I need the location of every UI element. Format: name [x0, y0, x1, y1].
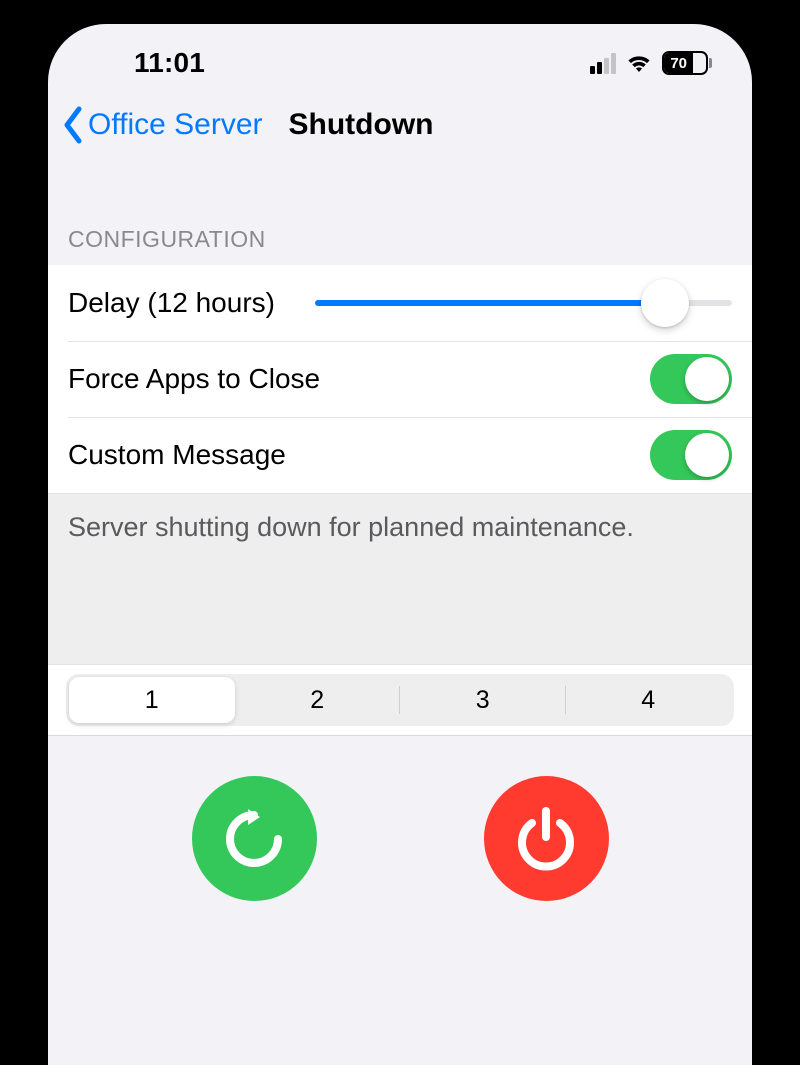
- segmented-control-wrap: 1 2 3 4: [48, 665, 752, 736]
- segmented-control: 1 2 3 4: [66, 674, 734, 726]
- custom-message-row: Custom Message: [48, 417, 752, 493]
- shutdown-button[interactable]: [484, 776, 609, 901]
- delay-row: Delay (12 hours): [48, 265, 752, 341]
- configuration-list: Delay (12 hours) Force Apps to Close Cus…: [48, 265, 752, 736]
- segment-2[interactable]: 2: [235, 677, 401, 723]
- battery-percent: 70: [670, 55, 687, 72]
- force-close-row: Force Apps to Close: [48, 341, 752, 417]
- status-bar: 11:01 70: [48, 24, 752, 80]
- delay-slider[interactable]: [315, 300, 732, 306]
- segment-3[interactable]: 3: [400, 677, 566, 723]
- restart-icon: [218, 803, 290, 875]
- force-close-label: Force Apps to Close: [68, 363, 320, 395]
- custom-message-text: Server shutting down for planned mainten…: [68, 512, 732, 543]
- battery-icon: 70: [662, 51, 712, 75]
- status-time: 11:01: [76, 47, 205, 79]
- back-label: Office Server: [88, 108, 263, 142]
- custom-message-label: Custom Message: [68, 439, 286, 471]
- wifi-icon: [624, 52, 654, 74]
- force-close-toggle[interactable]: [650, 354, 732, 404]
- custom-message-field[interactable]: Server shutting down for planned mainten…: [48, 493, 752, 665]
- power-icon: [510, 803, 582, 875]
- restart-button[interactable]: [192, 776, 317, 901]
- switch-knob-icon: [685, 357, 729, 401]
- nav-bar: Office Server Shutdown: [48, 80, 752, 170]
- device-screen: 11:01 70: [48, 24, 752, 1065]
- segment-1[interactable]: 1: [69, 677, 235, 723]
- status-indicators: 70: [590, 51, 724, 75]
- section-header-configuration: CONFIGURATION: [48, 170, 752, 265]
- slider-thumb-icon: [641, 279, 689, 327]
- back-button[interactable]: Office Server: [62, 106, 263, 144]
- cellular-icon: [590, 53, 616, 74]
- custom-message-toggle[interactable]: [650, 430, 732, 480]
- action-buttons: [48, 736, 752, 901]
- delay-label: Delay (12 hours): [68, 287, 275, 319]
- segment-4[interactable]: 4: [566, 677, 732, 723]
- chevron-left-icon: [62, 106, 84, 144]
- page-title: Shutdown: [289, 108, 434, 142]
- switch-knob-icon: [685, 433, 729, 477]
